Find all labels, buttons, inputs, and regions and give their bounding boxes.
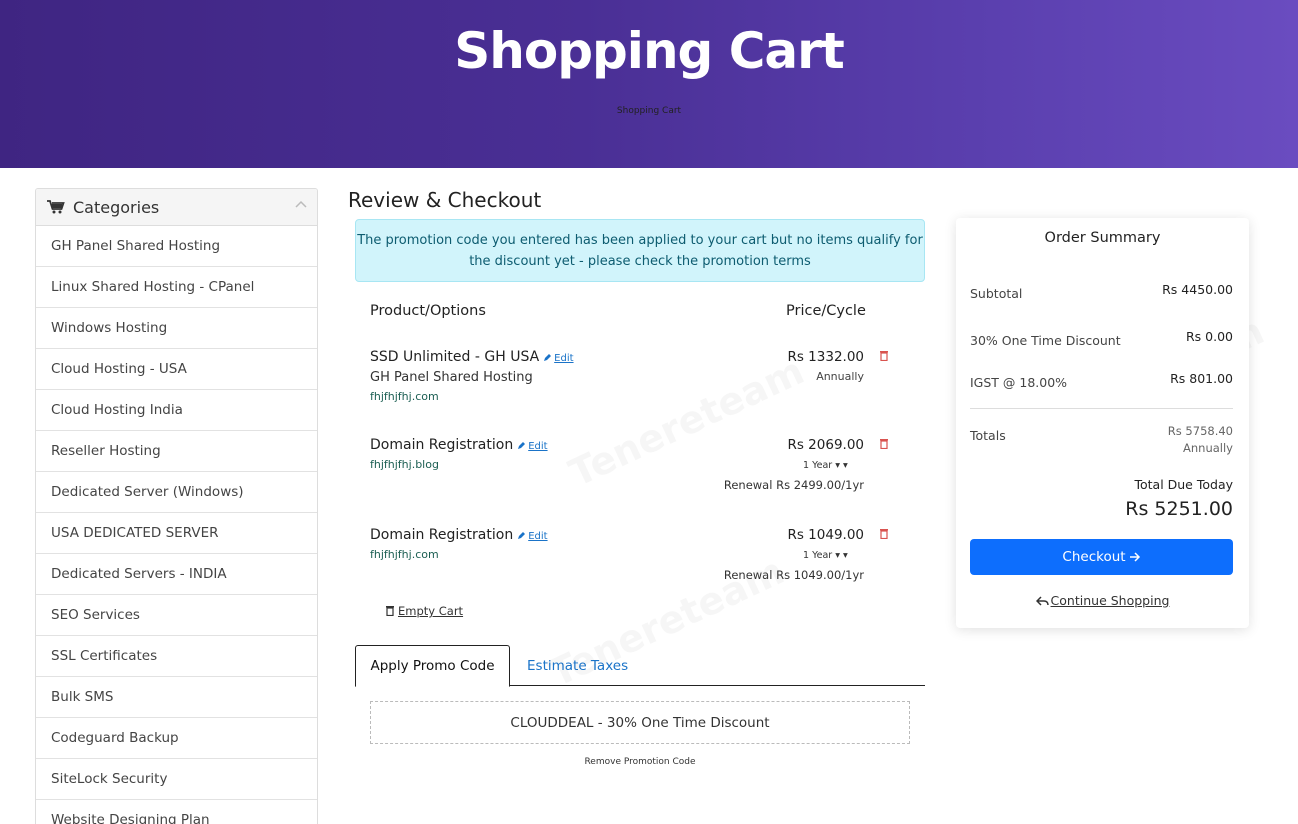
sidebar-item[interactable]: Bulk SMS (36, 677, 317, 718)
categories-header[interactable]: Categories (36, 189, 317, 226)
summary-title: Order Summary (1044, 230, 1161, 246)
tax-value: Rs 801.00 (1170, 371, 1233, 386)
order-summary: Order Summary Subtotal Rs 4450.00 30% On… (956, 218, 1249, 628)
edit-link[interactable]: Edit (543, 353, 574, 364)
product-domain: fhjfhjfhj.com (370, 548, 439, 561)
page-title: Shopping Cart (454, 22, 844, 80)
item-price: Rs 2069.00 (787, 437, 864, 453)
totals-label: Totals (970, 428, 1006, 443)
product-name: SSD Unlimited - GH USA (370, 349, 540, 365)
page-header: Shopping Cart Shopping Cart (0, 0, 1298, 168)
renewal-price: Renewal Rs 1049.00/1yr (723, 568, 864, 582)
sidebar-item[interactable]: Dedicated Servers - INDIA (36, 554, 317, 595)
sidebar-item[interactable]: Windows Hosting (36, 308, 317, 349)
totals-cycle: Annually (1183, 441, 1233, 455)
total-due-label: Total Due Today (1134, 477, 1233, 492)
product-name: Domain Registration (370, 437, 514, 453)
checkout-button[interactable]: Checkout (970, 539, 1233, 575)
product-group: GH Panel Shared Hosting (370, 370, 533, 385)
subtotal-label: Subtotal (970, 286, 1023, 301)
chevron-up-icon[interactable] (295, 199, 307, 211)
checkout-label: Checkout (1062, 549, 1126, 565)
sidebar-item[interactable]: GH Panel Shared Hosting (36, 226, 317, 267)
categories-title: Categories (73, 197, 160, 217)
reply-arrow-icon (1035, 596, 1049, 606)
sidebar-item[interactable]: SiteLock Security (36, 759, 317, 800)
item-price: Rs 1049.00 (787, 527, 864, 543)
remove-promo-button[interactable]: Remove Promotion Code (370, 757, 910, 767)
sidebar-item[interactable]: Dedicated Server (Windows) (36, 472, 317, 513)
tab-apply-promo[interactable]: Apply Promo Code (355, 645, 510, 687)
edit-link[interactable]: Edit (517, 441, 548, 452)
billing-cycle-value: 1 Year (803, 460, 833, 471)
cart-icon (47, 200, 65, 214)
cart-item-name: Domain Registration Edit (370, 437, 548, 453)
trash-icon (386, 606, 394, 616)
pencil-icon (518, 442, 526, 449)
product-domain: fhjfhjfhj.com (370, 390, 439, 403)
applied-promo-code: CLOUDDEAL - 30% One Time Discount (370, 701, 910, 744)
empty-cart-button[interactable]: Empty Cart (385, 604, 463, 618)
edit-label: Edit (528, 441, 548, 452)
column-header-price: Price/Cycle (786, 303, 866, 319)
discount-label: 30% One Time Discount (970, 333, 1121, 348)
item-cycle: Annually (816, 370, 864, 383)
trash-icon[interactable] (879, 438, 889, 449)
renewal-price: Renewal Rs 2499.00/1yr (723, 478, 864, 492)
product-name: Domain Registration (370, 527, 514, 543)
caret-down-icon: ▾ ▾ (835, 460, 848, 471)
sidebar-item[interactable]: Website Designing Plan (36, 800, 317, 824)
arrow-right-icon (1129, 552, 1140, 562)
sidebar-item[interactable]: SSL Certificates (36, 636, 317, 677)
promo-alert: The promotion code you entered has been … (355, 219, 925, 282)
section-title: Review & Checkout (348, 188, 542, 212)
sidebar-item[interactable]: SEO Services (36, 595, 317, 636)
empty-cart-label: Empty Cart (398, 604, 464, 618)
billing-cycle-select[interactable]: 1 Year ▾ ▾ (803, 460, 848, 471)
sidebar-item[interactable]: USA DEDICATED SERVER (36, 513, 317, 554)
sidebar-item[interactable]: Cloud Hosting - USA (36, 349, 317, 390)
cart-item-name: SSD Unlimited - GH USA Edit (370, 349, 574, 365)
pencil-icon (544, 354, 552, 361)
breadcrumb: Shopping Cart (616, 106, 682, 116)
sidebar-item[interactable]: Codeguard Backup (36, 718, 317, 759)
continue-label: Continue Shopping (1050, 593, 1170, 608)
tax-label: IGST @ 18.00% (970, 375, 1068, 390)
categories-panel: Categories GH Panel Shared Hosting Linux… (35, 188, 318, 824)
subtotal-value: Rs 4450.00 (1162, 282, 1233, 297)
edit-label: Edit (528, 531, 548, 542)
totals-value: Rs 5758.40 (1167, 424, 1233, 438)
cart-item-name: Domain Registration Edit (370, 527, 548, 543)
edit-label: Edit (554, 353, 574, 364)
summary-divider (970, 408, 1233, 409)
trash-icon[interactable] (879, 350, 889, 361)
billing-cycle-value: 1 Year (803, 550, 833, 561)
billing-cycle-select[interactable]: 1 Year ▾ ▾ (803, 550, 848, 561)
sidebar-item[interactable]: Reseller Hosting (36, 431, 317, 472)
discount-value: Rs 0.00 (1185, 329, 1233, 344)
sidebar-item[interactable]: Cloud Hosting India (36, 390, 317, 431)
caret-down-icon: ▾ ▾ (835, 550, 848, 561)
item-price: Rs 1332.00 (787, 349, 864, 365)
total-due-value: Rs 5251.00 (1125, 498, 1233, 520)
continue-shopping-link[interactable]: Continue Shopping (956, 593, 1249, 608)
pencil-icon (518, 532, 526, 539)
column-header-product: Product/Options (370, 303, 486, 319)
tab-estimate-taxes[interactable]: Estimate Taxes (527, 658, 628, 674)
sidebar-item[interactable]: Linux Shared Hosting - CPanel (36, 267, 317, 308)
edit-link[interactable]: Edit (517, 531, 548, 542)
product-domain: fhjfhjfhj.blog (370, 458, 439, 471)
trash-icon[interactable] (879, 528, 889, 539)
